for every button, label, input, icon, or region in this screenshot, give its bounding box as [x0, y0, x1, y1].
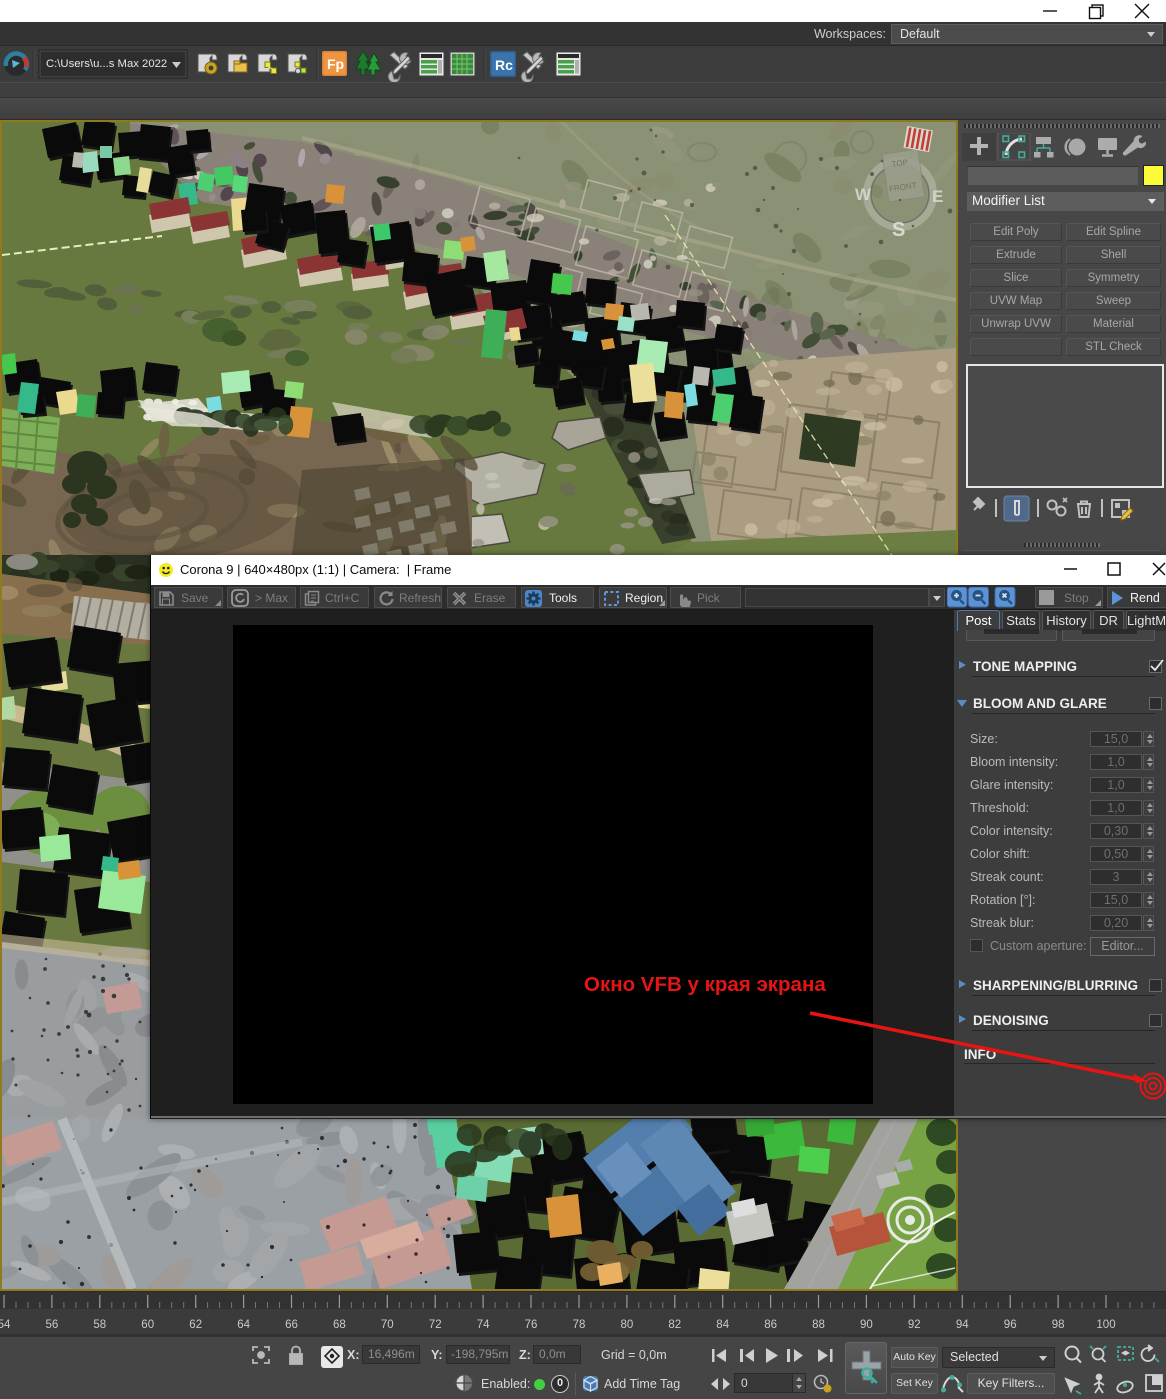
svg-text:58: 58: [93, 1319, 106, 1331]
svg-text:68: 68: [333, 1319, 346, 1331]
svg-text:72: 72: [429, 1319, 442, 1331]
svg-text:74: 74: [477, 1319, 490, 1331]
svg-text:88: 88: [812, 1319, 825, 1331]
svg-text:S: S: [892, 219, 905, 241]
svg-text:98: 98: [1052, 1319, 1065, 1331]
svg-text:Fp: Fp: [327, 56, 344, 72]
svg-text:84: 84: [716, 1319, 729, 1331]
svg-text:56: 56: [46, 1319, 59, 1331]
svg-text:80: 80: [621, 1319, 634, 1331]
svg-text:94: 94: [956, 1319, 969, 1331]
svg-text:100: 100: [1096, 1319, 1115, 1331]
svg-text:W: W: [855, 185, 872, 204]
svg-text:54: 54: [0, 1319, 11, 1331]
svg-text:Rc: Rc: [495, 57, 513, 73]
svg-text:82: 82: [668, 1319, 681, 1331]
svg-text:64: 64: [237, 1319, 250, 1331]
svg-text:62: 62: [189, 1319, 202, 1331]
svg-text:70: 70: [381, 1319, 394, 1331]
svg-text:78: 78: [573, 1319, 586, 1331]
svg-text:90: 90: [860, 1319, 873, 1331]
svg-text:C:\Users\u...s Max 2022: C:\Users\u...s Max 2022: [46, 58, 167, 70]
svg-text:92: 92: [908, 1319, 921, 1331]
svg-text:E: E: [932, 187, 943, 206]
svg-text:66: 66: [285, 1319, 298, 1331]
svg-text:86: 86: [764, 1319, 777, 1331]
svg-text:60: 60: [141, 1319, 154, 1331]
svg-text:76: 76: [525, 1319, 538, 1331]
svg-text:96: 96: [1004, 1319, 1017, 1331]
